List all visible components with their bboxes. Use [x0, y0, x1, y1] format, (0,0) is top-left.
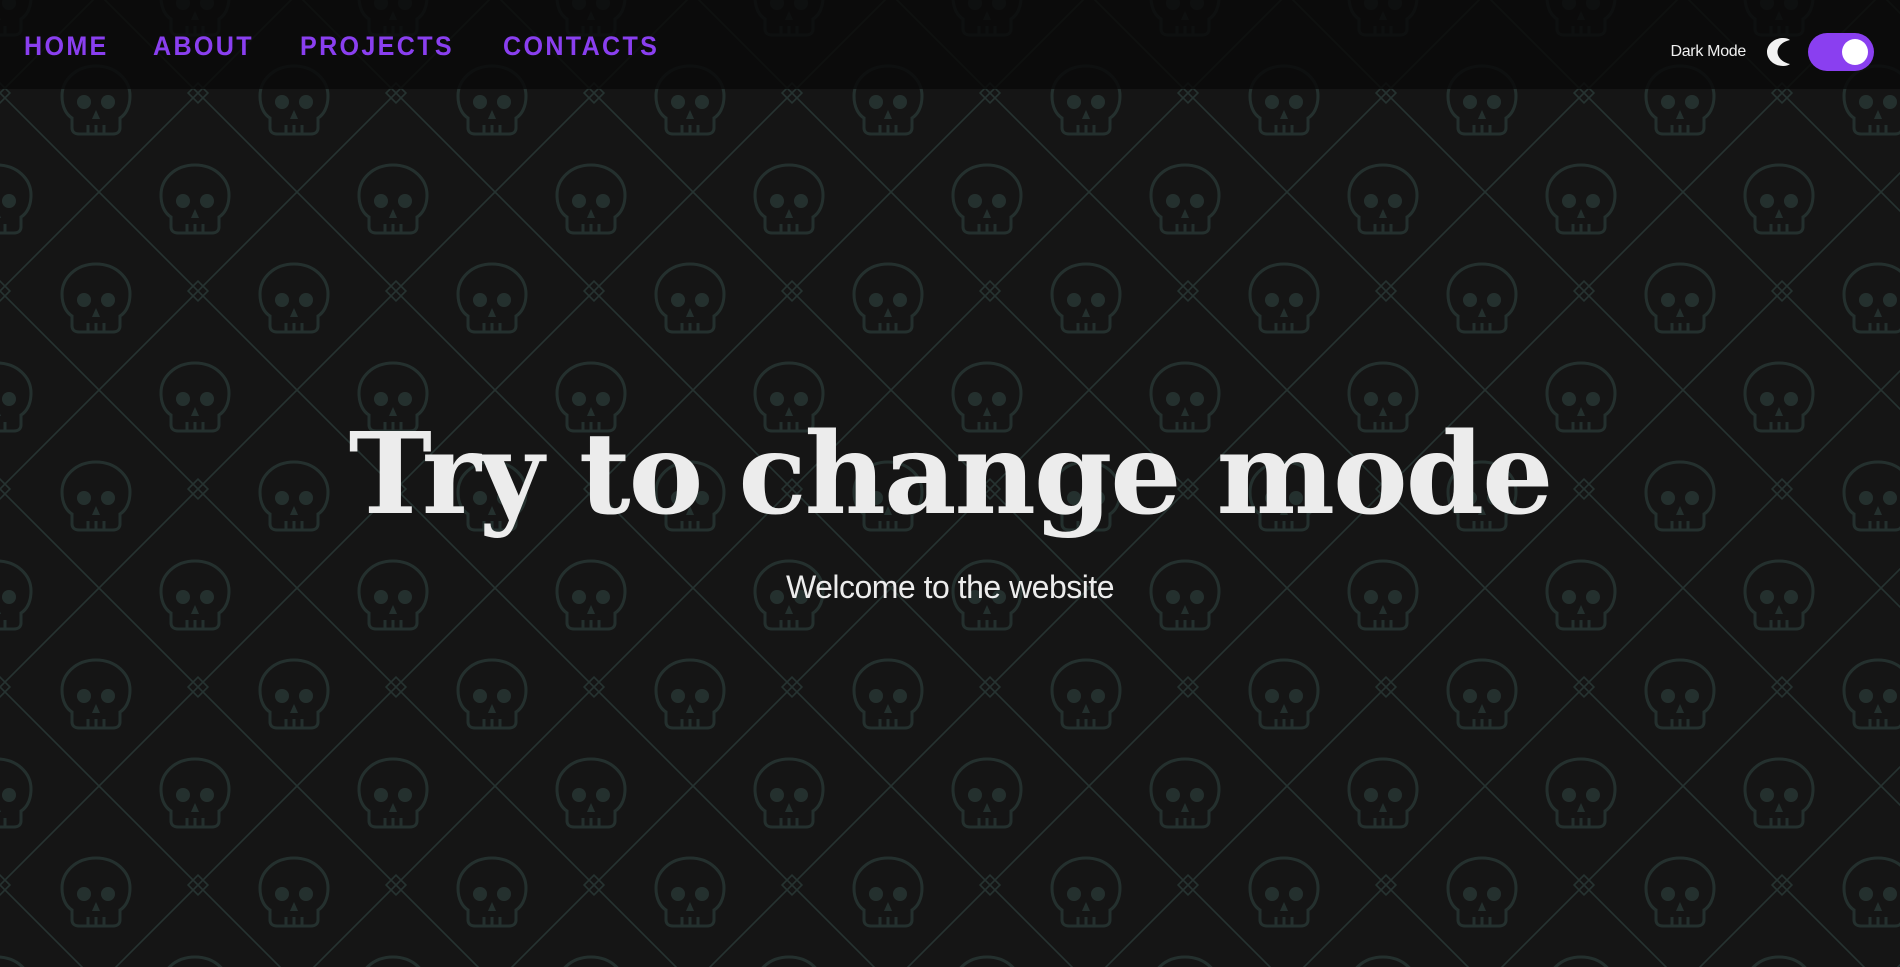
hero-subtitle: Welcome to the website [785, 569, 1115, 605]
dark-mode-control: Dark Mode [1670, 32, 1874, 72]
nav-link-home[interactable]: HOME [24, 28, 109, 64]
dark-mode-toggle[interactable] [1808, 33, 1874, 71]
main-nav: HOME ABOUT PROJECTS CONTACTS [24, 28, 671, 64]
hero-section: Try to change mode Welcome to the websit… [0, 405, 1900, 607]
nav-link-about[interactable]: ABOUT [153, 28, 254, 64]
dark-mode-label: Dark Mode [1670, 43, 1746, 60]
toggle-knob [1842, 39, 1868, 65]
hero-title: Try to change mode [348, 409, 1554, 540]
moon-icon [1767, 38, 1790, 66]
nav-link-projects[interactable]: PROJECTS [300, 28, 454, 64]
nav-link-contacts[interactable]: CONTACTS [503, 28, 659, 64]
top-navbar: HOME ABOUT PROJECTS CONTACTS Dark Mode [0, 0, 1900, 89]
